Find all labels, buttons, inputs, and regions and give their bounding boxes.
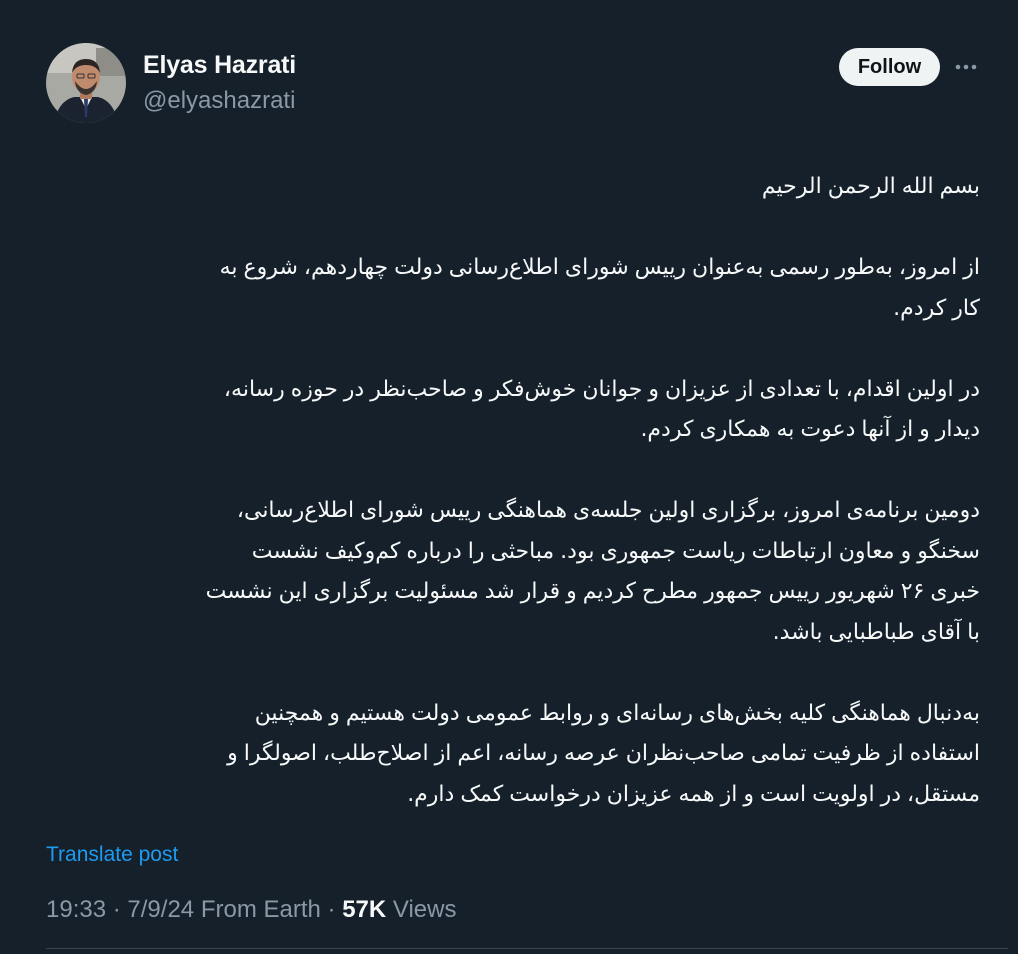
meta-separator: · — [112, 896, 121, 923]
post-source: From Earth — [200, 896, 321, 923]
post-text-line: بسم الله الرحمن الرحیم — [761, 174, 980, 199]
post-date[interactable]: 7/9/24 — [127, 896, 194, 923]
divider — [46, 948, 1008, 949]
translate-post-link[interactable]: Translate post — [46, 843, 178, 867]
follow-button[interactable]: Follow — [839, 48, 940, 86]
post-time[interactable]: 19:33 — [46, 896, 106, 923]
post-text-line: سخنگو و معاون ارتباطات ریاست جمهوری بود.… — [251, 538, 980, 564]
post-text-line: خبری ۲۶ شهریور رییس جمهور مطرح کردیم و ق… — [205, 579, 980, 604]
post-text-line: با آقای طباطبایی باشد. — [772, 619, 980, 645]
post-text-line: استفاده از ظرفیت تمامی صاحب‌نظران عرصه ر… — [227, 741, 980, 766]
post-text: بسم الله الرحمن الرحیم از امروز، به‌طور ر… — [46, 167, 980, 815]
post-paragraph: دومین برنامه‌ی امروز، برگزاری اولین جلسه… — [46, 491, 980, 653]
post-metadata: 19:33 · 7/9/24 From Earth · 57K Views — [46, 896, 456, 924]
post-paragraph: به‌دنبال هماهنگی کلیه بخش‌های رسانه‌ای و… — [46, 694, 980, 816]
post-text-line: مستقل، در اولویت است و از همه عزیزان درخ… — [407, 781, 980, 807]
meta-separator: · — [327, 896, 336, 923]
author-name[interactable]: Elyas Hazrati — [143, 51, 296, 80]
post-text-line: از امروز، به‌طور رسمی به‌عنوان رییس شورا… — [219, 255, 980, 280]
views-count: 57K — [342, 896, 387, 923]
post-text-line: به‌دنبال هماهنگی کلیه بخش‌های رسانه‌ای و… — [254, 700, 980, 726]
more-horizontal-icon — [955, 64, 977, 70]
post-paragraph: در اولین اقدام، با تعدادی از عزیزان و جو… — [46, 370, 980, 451]
author-handle[interactable]: @elyashazrati — [143, 87, 295, 115]
avatar[interactable] — [46, 43, 126, 123]
post-paragraph: از امروز، به‌طور رسمی به‌عنوان رییس شورا… — [46, 248, 980, 329]
avatar-photo — [46, 43, 126, 123]
post-paragraph: بسم الله الرحمن الرحیم — [46, 167, 980, 208]
post-text-line: کار کردم. — [893, 295, 980, 321]
post-text-line: در اولین اقدام، با تعدادی از عزیزان و جو… — [223, 376, 980, 402]
views-label: Views — [392, 896, 457, 923]
post-detail: Elyas Hazrati @elyashazrati Follow بسم ا… — [0, 0, 1018, 954]
post-text-line: دومین برنامه‌ی امروز، برگزاری اولین جلسه… — [236, 498, 980, 523]
more-options-button[interactable] — [950, 52, 982, 82]
post-text-line: دیدار و از آنها دعوت به همکاری کردم. — [640, 417, 980, 442]
